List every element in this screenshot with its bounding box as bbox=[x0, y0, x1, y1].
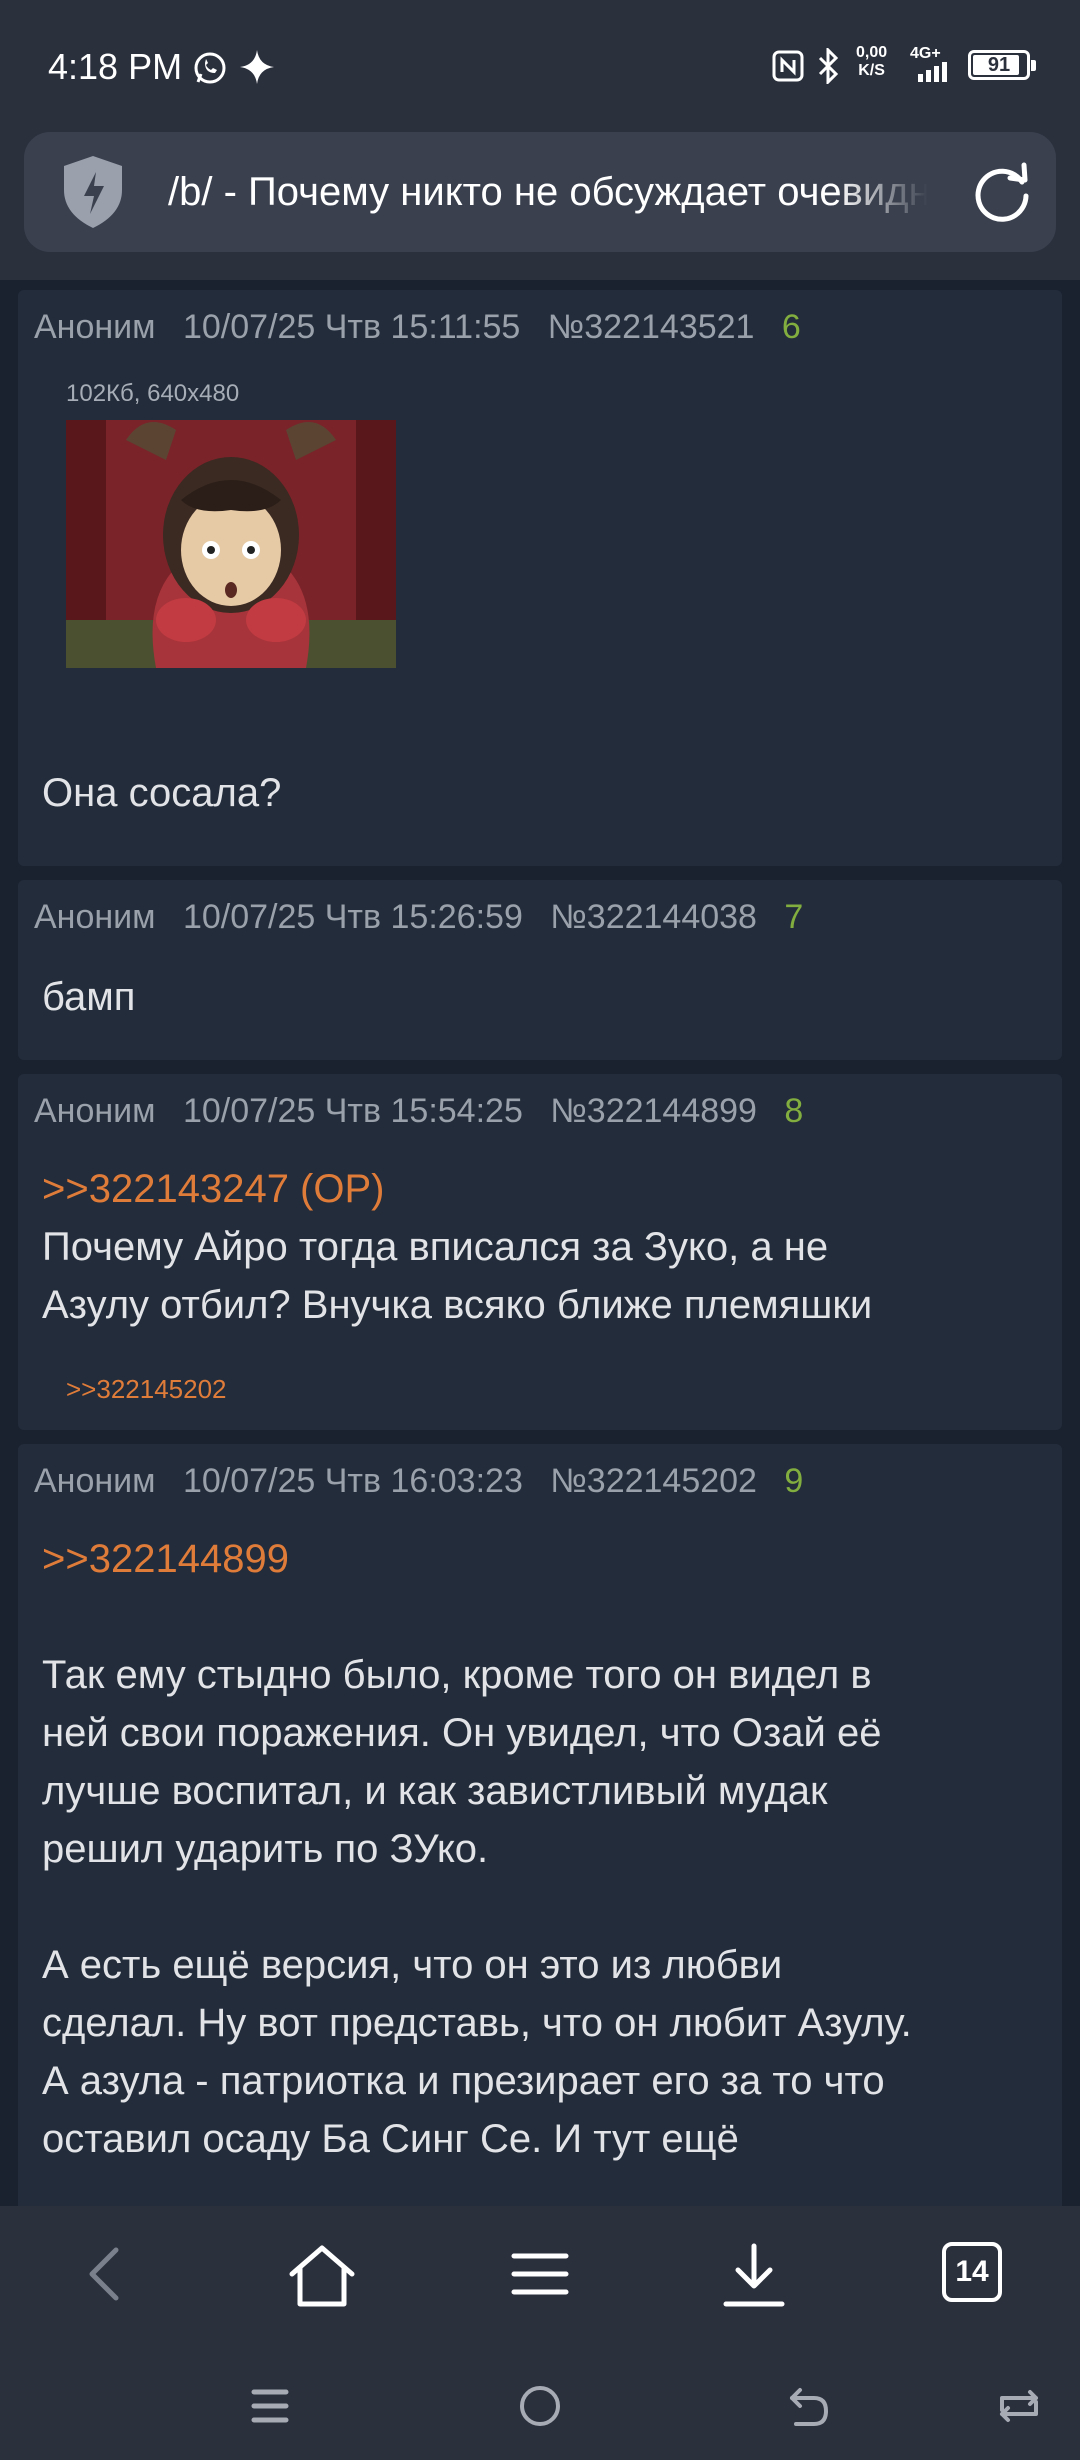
system-back-icon[interactable] bbox=[786, 2384, 830, 2428]
post-date: 10/07/25 Чтв 15:11:55 bbox=[182, 308, 521, 346]
post-text-line: решил ударить по ЗУко. bbox=[42, 1827, 489, 1871]
menu-icon[interactable] bbox=[510, 2242, 570, 2306]
post-id[interactable]: №322144038 bbox=[550, 898, 757, 936]
reply-link[interactable]: >>322143247 (OP) bbox=[42, 1160, 1042, 1218]
post-date: 10/07/25 Чтв 16:03:23 bbox=[182, 1462, 523, 1500]
status-time: 4:18 PM bbox=[48, 46, 183, 87]
post-date: 10/07/25 Чтв 15:54:25 bbox=[182, 1092, 523, 1130]
post-text-line: Почему Айро тогда вписался за Зуко, а не bbox=[42, 1225, 829, 1269]
post-header: Аноним 10/07/25 Чтв 15:54:25 №322144899 … bbox=[34, 1092, 821, 1131]
bluetooth-icon bbox=[818, 48, 839, 84]
post: Аноним 10/07/25 Чтв 15:11:55 №322143521 … bbox=[18, 290, 1062, 866]
browser-toolbar: /b/ - Почему никто не обсуждает очевидно… bbox=[0, 130, 1080, 280]
shield-icon[interactable] bbox=[60, 154, 126, 230]
post-body: >>322143247 (OP) Почему Айро тогда вписа… bbox=[42, 1160, 1042, 1334]
post-body: >>322144899 Так ему стыдно было, кроме т… bbox=[42, 1530, 1042, 2168]
post-text-line: А азула - патриотка и презирает его за т… bbox=[42, 2059, 885, 2103]
post-text: бамп bbox=[42, 975, 136, 1019]
post-index: 8 bbox=[784, 1092, 804, 1130]
net-speed: 0,00 K/S bbox=[856, 44, 888, 79]
post-image-thumbnail[interactable] bbox=[66, 420, 396, 668]
rotate-screen-icon[interactable] bbox=[994, 2384, 1044, 2428]
whatsapp-icon bbox=[194, 52, 226, 84]
status-bar: 4:18 PM 0,00 K/S 4G+ 91 bbox=[0, 0, 1080, 130]
system-home-icon[interactable] bbox=[518, 2384, 562, 2428]
back-icon[interactable] bbox=[76, 2242, 136, 2306]
reload-icon[interactable] bbox=[970, 160, 1034, 224]
post-author: Аноним bbox=[34, 1092, 156, 1130]
backlink[interactable]: >>322145202 bbox=[66, 1374, 227, 1405]
reply-link[interactable]: >>322144899 bbox=[42, 1530, 1042, 1588]
signal-bars-icon bbox=[918, 62, 947, 82]
tabs-button[interactable]: 14 bbox=[942, 2242, 1002, 2302]
post-text-line: Так ему стыдно было, кроме того он видел… bbox=[42, 1653, 872, 1697]
post-text: Она сосала? bbox=[42, 771, 282, 815]
post-date: 10/07/25 Чтв 15:26:59 bbox=[182, 898, 523, 936]
post-text-line: сделал. Ну вот представь, что он любит А… bbox=[42, 2001, 912, 2045]
signal-indicator: 4G+ bbox=[910, 46, 954, 87]
thread-content[interactable]: Аноним 10/07/25 Чтв 15:11:55 №322143521 … bbox=[0, 280, 1080, 2206]
sparkle-icon bbox=[240, 50, 274, 84]
battery-indicator: 91 bbox=[968, 50, 1036, 80]
address-bar[interactable]: /b/ - Почему никто не обсуждает очевидно… bbox=[24, 132, 1056, 252]
post-text-line: лучше воспитал, и как завистливый мудак bbox=[42, 1769, 828, 1813]
post-index: 6 bbox=[781, 308, 801, 346]
page-title[interactable]: /b/ - Почему никто не обсуждает очевидно… bbox=[168, 170, 928, 215]
post-id[interactable]: №322144899 bbox=[550, 1092, 757, 1130]
system-recents-icon[interactable] bbox=[250, 2384, 290, 2428]
post-text-line: Азулу отбил? Внучка всяко ближе племяшки bbox=[42, 1283, 873, 1327]
download-icon[interactable] bbox=[722, 2242, 786, 2310]
post: Аноним 10/07/25 Чтв 16:03:23 №322145202 … bbox=[18, 1444, 1062, 2206]
post-text-line: оставил осаду Ба Синг Се. И тут ещё bbox=[42, 2117, 739, 2161]
post: Аноним 10/07/25 Чтв 15:26:59 №322144038 … bbox=[18, 880, 1062, 1060]
post-id[interactable]: №322145202 bbox=[550, 1462, 757, 1500]
bottom-navigation: 14 bbox=[0, 2206, 1080, 2460]
post-index: 9 bbox=[784, 1462, 804, 1500]
post-id[interactable]: №322143521 bbox=[548, 308, 755, 346]
network-type: 4G+ bbox=[910, 45, 941, 62]
battery-level: 91 bbox=[987, 53, 1011, 76]
post-text-line: ней свои поражения. Он увидел, что Озай … bbox=[42, 1711, 882, 1755]
image-info: 102Кб, 640x480 bbox=[66, 380, 240, 407]
post-header: Аноним 10/07/25 Чтв 15:11:55 №322143521 … bbox=[34, 308, 819, 347]
post-text-line: А есть ещё версия, что он это из любви bbox=[42, 1943, 783, 1987]
post-index: 7 bbox=[784, 898, 804, 936]
post-header: Аноним 10/07/25 Чтв 15:26:59 №322144038 … bbox=[34, 898, 821, 937]
nfc-icon bbox=[772, 50, 804, 82]
post-author: Аноним bbox=[34, 898, 156, 936]
home-icon[interactable] bbox=[286, 2242, 358, 2310]
post: Аноним 10/07/25 Чтв 15:54:25 №322144899 … bbox=[18, 1074, 1062, 1430]
post-header: Аноним 10/07/25 Чтв 16:03:23 №322145202 … bbox=[34, 1462, 821, 1501]
post-author: Аноним bbox=[34, 1462, 156, 1500]
post-author: Аноним bbox=[34, 308, 156, 346]
